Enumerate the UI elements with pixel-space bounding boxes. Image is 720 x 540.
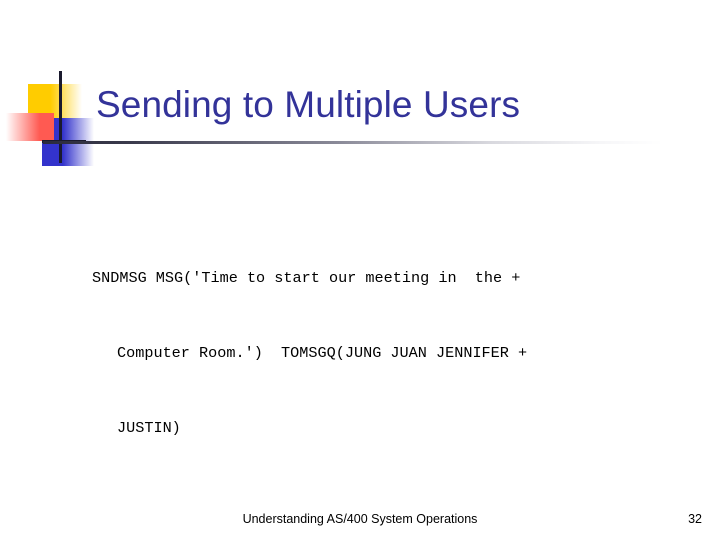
vertical-rule-icon — [59, 71, 62, 163]
red-square-icon — [6, 113, 54, 141]
code-line: Computer Room.') TOMSGQ(JUNG JUAN JENNIF… — [117, 344, 528, 362]
footer-title: Understanding AS/400 System Operations — [242, 512, 478, 526]
slide-number: 32 — [688, 512, 702, 526]
title-divider — [43, 141, 663, 144]
code-line: SNDMSG MSG('Time to start our meeting in… — [92, 269, 521, 287]
code-line: JUSTIN) — [117, 419, 181, 437]
slide-canvas: Sending to Multiple Users SNDMSG MSG('Ti… — [0, 0, 720, 540]
page-title: Sending to Multiple Users — [96, 84, 521, 125]
code-block: SNDMSG MSG('Time to start our meeting in… — [92, 216, 672, 491]
